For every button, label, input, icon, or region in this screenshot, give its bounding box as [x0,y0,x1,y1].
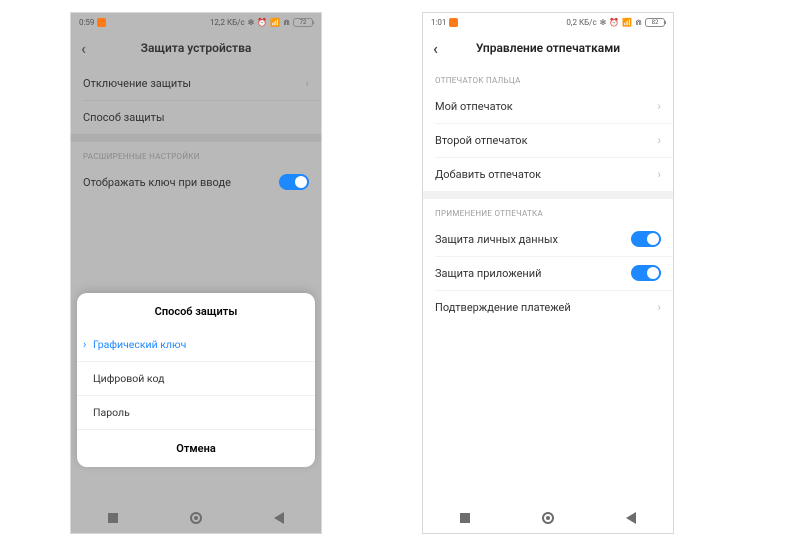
chevron-right-icon: › [657,167,661,181]
row-payment-confirmation[interactable]: Подтверждение платежей › [423,290,673,324]
option-label: Графический ключ [93,338,186,351]
wifi-icon: ⋒ [635,18,642,27]
battery-icon: 82 [645,18,665,27]
row-label: Отключение защиты [83,77,191,90]
status-bar: 1:01 0,2 КБ/с ✻ ⏰ 📶 ⋒ 82 [423,13,673,30]
row-show-key: Отображать ключ при вводе [71,165,321,199]
row-label: Мой отпечаток [435,100,513,113]
chevron-right-icon: › [657,300,661,314]
row-label: Второй отпечаток [435,134,528,147]
chevron-right-icon: › [305,76,309,90]
bluetooth-icon: ✻ [600,18,607,27]
page-title: Управление отпечатками [476,41,620,55]
chevron-right-icon: › [657,99,661,113]
sheet-option-pin[interactable]: Цифровой код [77,361,315,395]
status-bar: 0:59 12,2 КБ/с ✻ ⏰ 📶 ⋒ 72 [71,13,321,30]
content-area: ОТПЕЧАТОК ПАЛЬЦА Мой отпечаток › Второй … [423,66,673,503]
signal-icon: 📶 [270,18,280,27]
row-privacy-protection: Защита личных данных [423,222,673,256]
alarm-icon: ⏰ [257,18,267,27]
screen-header: ‹ Защита устройства [71,30,321,66]
section-divider [71,134,321,142]
cancel-label: Отмена [176,442,216,455]
method-bottom-sheet: Способ защиты Графический ключ Цифровой … [77,293,315,467]
nav-bar [71,503,321,533]
nav-back-button[interactable] [624,511,638,525]
section-label-advanced: РАСШИРЕННЫЕ НАСТРОЙКИ [71,142,321,165]
wifi-icon: ⋒ [283,18,290,27]
row-disable-protection[interactable]: Отключение защиты › [71,66,321,100]
signal-icon: 📶 [622,18,632,27]
section-divider [423,191,673,199]
section-label-usage: ПРИМЕНЕНИЕ ОТПЕЧАТКА [423,199,673,222]
option-label: Пароль [93,406,130,419]
row-label: Способ защиты [83,111,164,124]
nav-home-button[interactable] [189,511,203,525]
status-speed: 12,2 КБ/с [210,18,245,27]
row-label: Добавить отпечаток [435,168,541,181]
nav-recent-button[interactable] [458,511,472,525]
nav-home-button[interactable] [541,511,555,525]
row-protection-method[interactable]: Способ защиты [71,100,321,134]
row-my-fingerprint[interactable]: Мой отпечаток › [423,89,673,123]
toggle-privacy[interactable] [631,231,661,247]
status-time: 1:01 [431,18,446,27]
row-add-fingerprint[interactable]: Добавить отпечаток › [423,157,673,191]
nav-recent-button[interactable] [106,511,120,525]
content-area: Отключение защиты › Способ защиты РАСШИР… [71,66,321,503]
screen-header: ‹ Управление отпечатками [423,30,673,66]
sheet-title: Способ защиты [77,293,315,328]
status-time: 0:59 [79,18,94,27]
notification-dot-icon [449,18,458,27]
row-label: Отображать ключ при вводе [83,176,231,189]
back-button[interactable]: ‹ [433,39,438,58]
back-button[interactable]: ‹ [81,39,86,58]
sheet-option-pattern[interactable]: Графический ключ [77,328,315,361]
alarm-icon: ⏰ [609,18,619,27]
sheet-cancel-button[interactable]: Отмена [77,429,315,467]
option-label: Цифровой код [93,372,164,385]
toggle-apps[interactable] [631,265,661,281]
page-title: Защита устройства [141,41,252,55]
row-label: Подтверждение платежей [435,301,571,314]
nav-bar [423,503,673,533]
phone-fingerprints: 1:01 0,2 КБ/с ✻ ⏰ 📶 ⋒ 82 ‹ Управление от… [422,12,674,534]
section-label-fingerprint: ОТПЕЧАТОК ПАЛЬЦА [423,66,673,89]
chevron-right-icon: › [657,133,661,147]
nav-back-button[interactable] [272,511,286,525]
toggle-show-key[interactable] [279,174,309,190]
row-label: Защита приложений [435,267,541,280]
phone-security: 0:59 12,2 КБ/с ✻ ⏰ 📶 ⋒ 72 ‹ Защита устро… [70,12,322,534]
row-label: Защита личных данных [435,233,558,246]
status-speed: 0,2 КБ/с [566,18,596,27]
row-second-fingerprint[interactable]: Второй отпечаток › [423,123,673,157]
battery-icon: 72 [293,18,313,27]
row-app-protection: Защита приложений [423,256,673,290]
bluetooth-icon: ✻ [248,18,255,27]
sheet-option-password[interactable]: Пароль [77,395,315,429]
notification-dot-icon [97,18,106,27]
